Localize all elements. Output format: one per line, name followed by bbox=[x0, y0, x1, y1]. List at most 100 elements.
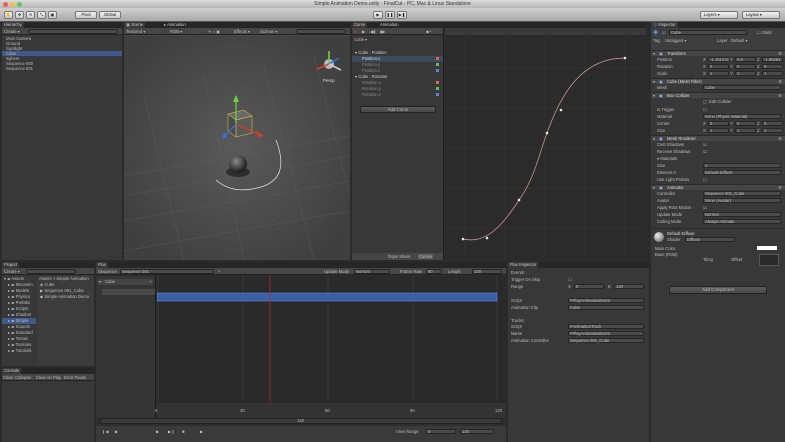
scene-viewport[interactable]: Persp bbox=[124, 36, 350, 260]
component-expand-icon[interactable]: ▾ bbox=[653, 79, 655, 84]
property-field[interactable]: None (Avatar) bbox=[703, 198, 781, 203]
add-sequence-button[interactable]: + bbox=[218, 269, 220, 274]
tag-dropdown[interactable]: Untagged ▾ bbox=[665, 38, 686, 43]
component-header[interactable]: ▾ ▣ Mesh Renderer ⚙ bbox=[651, 135, 785, 141]
vector-input-x[interactable]: 1 bbox=[708, 128, 729, 133]
scene-2d-toggle[interactable]: ☀ ♪ ▣ bbox=[208, 29, 220, 34]
flux-next-frame-button[interactable]: ▶ bbox=[156, 429, 159, 434]
gizmos-dropdown[interactable]: Gizmos ▾ bbox=[260, 29, 277, 34]
anim-play-button[interactable]: ▶ bbox=[362, 29, 365, 34]
vector-input-z[interactable]: 1 bbox=[762, 128, 783, 133]
property-field[interactable]: Always Animate bbox=[703, 219, 781, 224]
component-expand-icon[interactable]: ▾ bbox=[653, 93, 655, 98]
add-component-button[interactable]: Add Component bbox=[669, 286, 767, 294]
component-gear-icon[interactable]: ⚙ bbox=[778, 93, 782, 98]
console-collapse-button[interactable]: Collapse bbox=[15, 375, 31, 380]
layout-dropdown[interactable]: Layout ▾ bbox=[742, 10, 780, 19]
component-gear-icon[interactable]: ⚙ bbox=[778, 79, 782, 84]
main-color-swatch[interactable] bbox=[757, 246, 777, 250]
script-field[interactable]: FPlayAnimationEvent bbox=[568, 298, 644, 303]
length-input[interactable]: 120 bbox=[472, 269, 502, 274]
vector-input-y[interactable]: 0 bbox=[735, 121, 756, 126]
animation-clip-dropdown[interactable]: Cube ▾ bbox=[354, 37, 367, 42]
view-range-end-input[interactable]: 120 bbox=[460, 429, 494, 434]
vector-input-y[interactable]: 0.8 bbox=[735, 57, 756, 62]
object-name-input[interactable]: Cube bbox=[669, 30, 747, 35]
flux-last-frame-button[interactable]: ▶❙ bbox=[168, 429, 175, 434]
track-group-header[interactable]: ▾ Cube + bbox=[98, 279, 153, 285]
move-tool-button[interactable]: ✥ bbox=[15, 10, 24, 19]
rotate-tool-button[interactable]: ⟲ bbox=[26, 10, 35, 19]
vector-input-z[interactable]: 1 bbox=[762, 71, 783, 76]
range-end-input[interactable]: 120 bbox=[614, 284, 644, 289]
vector-input-z[interactable]: 0 bbox=[762, 64, 783, 69]
effects-dropdown[interactable]: Effects ▾ bbox=[234, 29, 250, 34]
flux-prev-frame-button[interactable]: ◀ bbox=[114, 429, 117, 434]
hierarchy-search-input[interactable] bbox=[28, 29, 118, 34]
object-active-checkbox[interactable]: ☑ bbox=[662, 30, 666, 35]
timeline-scrubber[interactable]: 120 bbox=[100, 418, 502, 424]
color-mode-dropdown[interactable]: RGB ▾ bbox=[170, 29, 182, 34]
property-checkbox[interactable]: ☐ bbox=[703, 107, 707, 112]
component-gear-icon[interactable]: ⚙ bbox=[778, 136, 782, 141]
property-field[interactable]: Cube bbox=[703, 85, 781, 90]
anim-prev-key-button[interactable]: ◀▮ bbox=[370, 29, 376, 34]
vector-input-y[interactable]: 1 bbox=[735, 71, 756, 76]
add-curve-button[interactable]: Add Curve bbox=[360, 106, 436, 113]
close-window-icon[interactable] bbox=[3, 1, 8, 7]
layer-dropdown[interactable]: Default ▾ bbox=[731, 38, 748, 43]
pause-button[interactable]: ❚❚ bbox=[385, 10, 395, 19]
trigger-on-skip-checkbox[interactable]: ☐ bbox=[568, 277, 572, 282]
animation-clip-field[interactable]: Cube bbox=[568, 305, 644, 310]
cube-object[interactable] bbox=[227, 109, 253, 138]
vector-input-x[interactable]: 0 bbox=[708, 64, 729, 69]
update-mode-dropdown[interactable]: Normal bbox=[354, 269, 390, 274]
component-expand-icon[interactable]: ▾ bbox=[653, 51, 655, 56]
property-field[interactable]: Normal bbox=[703, 212, 781, 217]
property-field[interactable]: Default-Diffuse bbox=[703, 170, 781, 175]
scene-search-input[interactable] bbox=[296, 29, 346, 34]
vector-input-z[interactable]: -1.65262 bbox=[762, 57, 783, 62]
hand-tool-button[interactable]: ✋ bbox=[4, 10, 13, 19]
anim-next-key-button[interactable]: ▮▶ bbox=[380, 29, 386, 34]
property-checkbox[interactable]: ☑ bbox=[703, 149, 707, 154]
curve-editor[interactable] bbox=[445, 28, 646, 260]
sphere-object[interactable] bbox=[229, 155, 247, 173]
global-button[interactable]: Global bbox=[99, 10, 121, 19]
flux-play-button[interactable]: ▶ bbox=[200, 429, 203, 434]
add-keyframe-button[interactable]: ◆+ bbox=[426, 29, 432, 34]
step-button[interactable]: ▶❚ bbox=[397, 10, 407, 19]
play-animation-event[interactable] bbox=[157, 292, 498, 302]
property-checkbox[interactable]: ☐ bbox=[703, 177, 707, 182]
tab-flux-inspector[interactable]: Flux Inspector bbox=[508, 262, 539, 268]
add-track-button[interactable]: + bbox=[150, 279, 152, 284]
track-name-input[interactable]: FPlayAnimationEvent bbox=[568, 331, 644, 336]
vector-input-y[interactable]: 0 bbox=[735, 64, 756, 69]
property-checkbox[interactable]: ☑ bbox=[703, 205, 707, 210]
flux-stop-button[interactable]: ■ bbox=[182, 429, 185, 434]
vector-input-x[interactable]: -1.151233 bbox=[708, 57, 729, 62]
pivot-button[interactable]: Pivot bbox=[75, 10, 97, 19]
scale-tool-button[interactable]: ⤡ bbox=[37, 10, 46, 19]
property-field[interactable]: Sequence 001_Cube bbox=[703, 191, 781, 196]
render-mode-dropdown[interactable]: Textured ▾ bbox=[126, 29, 145, 34]
flux-first-frame-button[interactable]: ❙◀ bbox=[102, 429, 109, 434]
component-gear-icon[interactable]: ⚙ bbox=[778, 51, 782, 56]
maximize-window-icon[interactable] bbox=[17, 1, 22, 7]
static-checkbox[interactable]: ☐ Static bbox=[757, 30, 772, 35]
frame-rate-dropdown[interactable]: 60 bbox=[426, 269, 442, 274]
console-clear-on-play-button[interactable]: Clear on Play bbox=[36, 375, 61, 380]
project-search-input[interactable] bbox=[26, 269, 76, 274]
vector-input-x[interactable]: 1 bbox=[708, 71, 729, 76]
vector-input-y[interactable]: 1 bbox=[735, 128, 756, 133]
component-header[interactable]: ▾ ▣ Box Collider ⚙ bbox=[651, 92, 785, 98]
animation-controller-field[interactable]: Sequence 001_Cube bbox=[568, 338, 644, 343]
project-create-button[interactable]: Create ▾ bbox=[4, 269, 20, 274]
animation-track-row[interactable] bbox=[102, 289, 155, 295]
component-gear-icon[interactable]: ⚙ bbox=[778, 185, 782, 190]
vector-input-z[interactable]: 0 bbox=[762, 121, 783, 126]
minimize-window-icon[interactable] bbox=[10, 1, 15, 7]
component-header[interactable]: ▾ ▣ Animator ⚙ bbox=[651, 184, 785, 190]
hierarchy-item[interactable]: Sequence 001 bbox=[2, 66, 122, 71]
property-field[interactable]: 1 bbox=[703, 163, 781, 168]
